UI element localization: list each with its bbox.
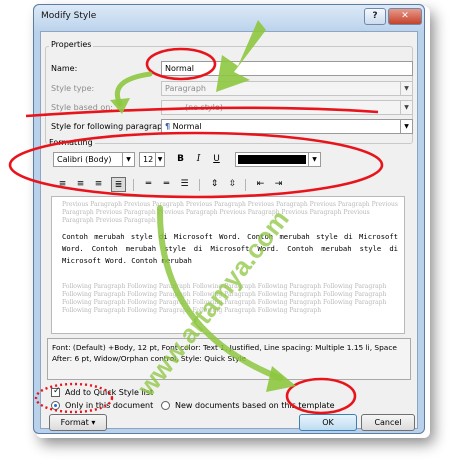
chevron-down-icon: ▼ xyxy=(308,153,320,166)
name-label: Name: xyxy=(51,64,78,73)
style-following-select[interactable]: ¶ Normal ▼ xyxy=(161,119,413,134)
paragraph-style-icon: ¶ xyxy=(165,122,171,131)
font-name-value: Calibri (Body) xyxy=(57,155,112,164)
only-this-document-label: Only in this document xyxy=(65,401,154,410)
new-documents-radio[interactable] xyxy=(161,401,170,410)
single-spacing-icon[interactable]: ═ xyxy=(141,177,156,192)
font-size-value: 12 xyxy=(143,155,154,164)
style-description: Font: (Default) +Body, 12 pt, Font color… xyxy=(47,338,411,380)
font-color-select[interactable]: ▼ xyxy=(235,152,321,167)
font-size-select[interactable]: 12 ▼ xyxy=(139,152,165,167)
preview-body-text: Contoh merubah style di Microsoft Word. … xyxy=(62,232,398,265)
toolbar-separator xyxy=(199,179,200,191)
toolbar-separator xyxy=(133,179,134,191)
chevron-down-icon: ▼ xyxy=(122,153,134,166)
title-bar[interactable]: Modify Style ? ✕ xyxy=(34,5,424,31)
new-documents-label: New documents based on this template xyxy=(175,401,335,410)
style-following-value: Normal xyxy=(172,122,202,131)
only-this-document-radio[interactable] xyxy=(51,401,60,410)
style-following-label: Style for following paragraph: xyxy=(51,122,170,131)
underline-button[interactable]: U xyxy=(209,152,224,167)
font-name-select[interactable]: Calibri (Body) ▼ xyxy=(53,152,135,167)
style-type-select[interactable]: Paragraph ▼ xyxy=(161,81,413,96)
modify-style-dialog: Modify Style ? ✕ Properties Name: Normal… xyxy=(33,4,425,434)
one-half-spacing-icon[interactable]: ═ xyxy=(159,177,174,192)
style-based-on-value: (no style) xyxy=(185,103,223,112)
preview-previous-paragraph: Previous Paragraph Previous Paragraph Pr… xyxy=(62,201,398,224)
add-quick-style-label: Add to Quick Style list xyxy=(65,388,154,397)
decrease-space-before-icon[interactable]: ⇳ xyxy=(225,177,240,192)
decrease-indent-icon[interactable]: ⇤ xyxy=(253,177,268,192)
toolbar-separator xyxy=(245,179,246,191)
style-preview: Previous Paragraph Previous Paragraph Pr… xyxy=(51,196,405,334)
style-based-on-label: Style based on: xyxy=(51,103,113,112)
chevron-down-icon: ▼ xyxy=(400,101,412,114)
close-button[interactable]: ✕ xyxy=(388,8,422,25)
align-right-icon[interactable]: ≡ xyxy=(91,177,106,192)
name-input[interactable]: Normal xyxy=(161,61,413,76)
align-left-icon[interactable]: ≡ xyxy=(55,177,70,192)
ok-button[interactable]: OK xyxy=(299,414,357,431)
preview-following-paragraph: Following Paragraph Following Paragraph … xyxy=(62,283,387,314)
font-color-swatch xyxy=(238,155,306,164)
chevron-down-icon: ▼ xyxy=(400,120,412,133)
properties-group-label: Properties xyxy=(49,40,94,49)
increase-space-before-icon[interactable]: ⇕ xyxy=(207,177,222,192)
window-title: Modify Style xyxy=(41,11,97,21)
style-based-on-select[interactable]: (no style) ▼ xyxy=(161,100,413,115)
dialog-body: Properties Name: Normal Style type: Para… xyxy=(40,31,418,431)
formatting-group-label: Formatting xyxy=(47,138,95,147)
chevron-down-icon: ▼ xyxy=(400,82,412,95)
chevron-down-icon: ▼ xyxy=(155,153,164,166)
justify-icon[interactable]: ≣ xyxy=(111,177,126,192)
italic-button[interactable]: I xyxy=(191,152,206,167)
cancel-button[interactable]: Cancel xyxy=(361,414,415,431)
increase-indent-icon[interactable]: ⇥ xyxy=(271,177,286,192)
align-center-icon[interactable]: ≡ xyxy=(73,177,88,192)
name-value: Normal xyxy=(165,64,194,73)
bold-button[interactable]: B xyxy=(173,152,188,167)
style-type-value: Paragraph xyxy=(165,84,206,93)
double-spacing-icon[interactable]: ☰ xyxy=(177,177,192,192)
help-button[interactable]: ? xyxy=(364,8,386,25)
style-type-label: Style type: xyxy=(51,84,95,93)
format-button[interactable]: Format ▾ xyxy=(49,414,107,431)
add-quick-style-checkbox[interactable] xyxy=(51,386,61,397)
